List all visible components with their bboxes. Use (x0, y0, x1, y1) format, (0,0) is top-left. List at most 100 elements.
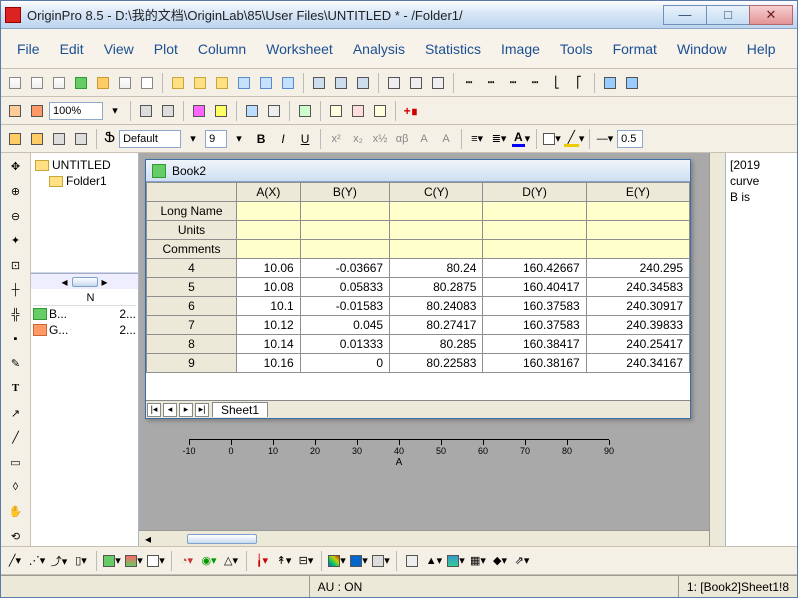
menu-format[interactable]: Format (603, 39, 667, 59)
data-reader-tool[interactable]: ┼ (5, 280, 27, 300)
list-item[interactable]: B... 2... (33, 306, 136, 322)
results-log[interactable]: [2019 curve B is (725, 153, 797, 546)
greek-button[interactable]: αβ (392, 129, 412, 149)
3d-symbol-button[interactable]: ◆▾ (490, 551, 510, 571)
3d-surface-button[interactable]: ▾ (446, 551, 466, 571)
cell[interactable]: 240.39833 (586, 316, 689, 335)
dash1-button[interactable]: ┅ (459, 73, 479, 93)
column-plot-button[interactable]: ▯▾ (71, 551, 91, 571)
data-selector-tool[interactable]: ╬ (5, 305, 27, 325)
col-header[interactable]: C(Y) (390, 183, 483, 202)
multi-panel-button[interactable]: ▾ (146, 551, 166, 571)
new-graph-button[interactable] (93, 73, 113, 93)
cell[interactable]: 240.34167 (586, 354, 689, 373)
cell[interactable]: 240.30917 (586, 297, 689, 316)
stock-plot-button[interactable]: ╽▾ (252, 551, 272, 571)
new-excel-button[interactable] (71, 73, 91, 93)
save-button[interactable] (234, 73, 254, 93)
duplicate-button[interactable] (622, 73, 642, 93)
rescale-tool[interactable]: ✦ (5, 231, 27, 251)
font-color-button[interactable]: A▾ (511, 129, 531, 149)
row-header[interactable]: 4 (147, 259, 237, 278)
menu-file[interactable]: File (7, 39, 50, 59)
text-tool[interactable]: T (5, 379, 27, 399)
zoom-input[interactable] (49, 102, 103, 120)
mdi-scrollbar[interactable]: ◂ (139, 530, 709, 546)
decrease-font-button[interactable]: A (436, 129, 456, 149)
fill-color-button[interactable]: ▾ (542, 129, 562, 149)
merge-button[interactable] (370, 101, 390, 121)
workbook-titlebar[interactable]: Book2 (146, 160, 690, 182)
underline-button[interactable]: U (295, 129, 315, 149)
refresh-button[interactable] (600, 73, 620, 93)
sheet-nav-last-icon[interactable]: ▸| (195, 403, 209, 417)
zoom-dropdown-icon[interactable]: ▾ (105, 101, 125, 121)
cell[interactable]: 240.34583 (586, 278, 689, 297)
pointer-tool[interactable]: ✥ (5, 157, 27, 177)
cell[interactable]: -0.01583 (300, 297, 389, 316)
dash4-button[interactable]: ┅ (525, 73, 545, 93)
col-header[interactable]: A(X) (237, 183, 301, 202)
mask-tool[interactable]: ▪ (5, 329, 27, 349)
3d-wire-button[interactable]: ▦▾ (468, 551, 488, 571)
cell[interactable]: 80.22583 (390, 354, 483, 373)
cell[interactable]: 240.295 (586, 259, 689, 278)
superscript-button[interactable]: x² (326, 129, 346, 149)
font-name-input[interactable] (119, 130, 181, 148)
cell[interactable]: -0.03667 (300, 259, 389, 278)
new-project-button[interactable] (5, 73, 25, 93)
font-size-input[interactable] (205, 130, 227, 148)
new-workbook-button[interactable] (27, 73, 47, 93)
cell[interactable]: 0.045 (300, 316, 389, 335)
layer4-button[interactable] (71, 129, 91, 149)
print-preview-button[interactable] (158, 101, 178, 121)
cell[interactable]: 80.24 (390, 259, 483, 278)
new-notes-button[interactable] (137, 73, 157, 93)
recalc2-button[interactable] (428, 73, 448, 93)
menu-plot[interactable]: Plot (144, 39, 188, 59)
cell[interactable]: 160.37583 (483, 297, 586, 316)
save-project-button[interactable] (278, 73, 298, 93)
cell[interactable]: 80.285 (390, 335, 483, 354)
sheet-nav-first-icon[interactable]: |◂ (147, 403, 161, 417)
layer1-button[interactable] (5, 129, 25, 149)
row-header[interactable]: 8 (147, 335, 237, 354)
spacing-button[interactable]: ≣▾ (489, 129, 509, 149)
layer-button[interactable] (326, 101, 346, 121)
region-tool[interactable]: ◊ (5, 477, 27, 497)
supersub-button[interactable]: x½ (370, 129, 390, 149)
mdi-vscrollbar[interactable] (709, 153, 725, 546)
cell[interactable]: 160.38167 (483, 354, 586, 373)
cell[interactable]: 160.37583 (483, 316, 586, 335)
row-header[interactable]: 7 (147, 316, 237, 335)
screen-reader-tool[interactable]: ⊡ (5, 256, 27, 276)
menu-analysis[interactable]: Analysis (343, 39, 415, 59)
list-header-n[interactable]: N (85, 291, 137, 305)
slide-button[interactable] (189, 101, 209, 121)
sheet-nav-prev-icon[interactable]: ◂ (163, 403, 177, 417)
cell[interactable]: 0 (300, 354, 389, 373)
import-multi-button[interactable] (353, 73, 373, 93)
new-matrix-button[interactable] (49, 73, 69, 93)
menu-image[interactable]: Image (491, 39, 550, 59)
cell[interactable]: 160.40417 (483, 278, 586, 297)
3d-xyz-button[interactable]: ▲▾ (424, 551, 444, 571)
font-name-dropdown-icon[interactable]: ▾ (183, 129, 203, 149)
dash3-button[interactable]: ┅ (503, 73, 523, 93)
cell[interactable]: 10.14 (237, 335, 301, 354)
slide2-button[interactable] (211, 101, 231, 121)
line-width-input[interactable] (617, 130, 643, 148)
row-header[interactable]: 5 (147, 278, 237, 297)
save-template-button[interactable] (256, 73, 276, 93)
open-template-button[interactable] (190, 73, 210, 93)
add-layer-button[interactable] (348, 101, 368, 121)
new-layout-button[interactable] (115, 73, 135, 93)
print-button[interactable] (136, 101, 156, 121)
line-symbol-button[interactable]: ⤴▾ (49, 551, 69, 571)
menu-column[interactable]: Column (188, 39, 256, 59)
font-size-dropdown-icon[interactable]: ▾ (229, 129, 249, 149)
tree-folder[interactable]: Folder1 (35, 173, 134, 189)
sheet-nav-next-icon[interactable]: ▸ (179, 403, 193, 417)
line-plot-button[interactable]: ╱▾ (5, 551, 25, 571)
close-button[interactable]: ✕ (749, 5, 793, 25)
